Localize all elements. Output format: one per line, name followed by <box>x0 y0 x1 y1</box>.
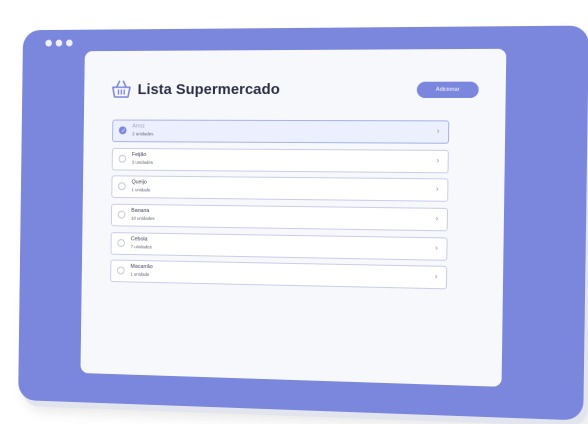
chevron-right-icon[interactable]: › <box>435 214 438 223</box>
radio-button[interactable] <box>117 210 126 219</box>
check-icon: ✓ <box>121 127 126 135</box>
window-dot <box>55 39 63 47</box>
chevron-right-icon[interactable]: › <box>436 185 439 194</box>
radio-button[interactable] <box>117 238 126 247</box>
radio-button[interactable] <box>118 182 126 191</box>
item-quantity: 1 unidade <box>130 272 150 278</box>
tablet-frame: Lista Supermercado Adicionar ✓ Arroz 2 uni… <box>18 25 588 421</box>
item-quantity: 7 unidades <box>130 243 152 250</box>
window-dot <box>45 39 52 47</box>
list-item[interactable]: Banana 10 unidades › <box>110 203 449 232</box>
chevron-right-icon[interactable]: › <box>434 272 437 281</box>
add-button[interactable]: Adicionar <box>416 81 479 98</box>
list-item[interactable]: Feijão 3 unidades › <box>111 147 449 173</box>
shopping-list: ✓ Arroz 2 unidades › Feijão 3 unidades › Queijo… <box>110 119 450 296</box>
item-quantity: 1 unidade <box>131 187 151 193</box>
item-name: Banana <box>131 207 150 215</box>
list-item[interactable]: Cebola 7 unidades › <box>110 231 448 261</box>
window-dots <box>45 39 73 47</box>
basket-icon <box>111 78 132 100</box>
item-quantity: 3 unidades <box>131 159 154 165</box>
chevron-right-icon[interactable]: › <box>435 243 438 252</box>
list-item[interactable]: Queijo 1 unidade › <box>111 175 449 203</box>
page-title: Lista Supermercado <box>137 81 281 99</box>
item-name: Arroz <box>132 123 145 130</box>
chevron-right-icon[interactable]: › <box>437 126 440 135</box>
window-dot <box>65 39 73 47</box>
tablet-device: Lista Supermercado Adicionar ✓ Arroz 2 uni… <box>18 25 588 421</box>
item-name: Macarrão <box>130 264 153 271</box>
checked-radio[interactable]: ✓ <box>118 126 127 135</box>
item-name: Queijo <box>131 179 147 186</box>
item-quantity: 2 unidades <box>132 131 154 137</box>
item-quantity: 10 unidades <box>131 215 155 222</box>
app-screen: Lista Supermercado Adicionar ✓ Arroz 2 uni… <box>80 48 507 387</box>
list-item[interactable]: Macarrão 1 unidade › <box>110 259 448 290</box>
item-name: Cebola <box>130 236 148 243</box>
radio-button[interactable] <box>116 266 125 275</box>
chevron-right-icon[interactable]: › <box>436 156 439 165</box>
radio-button[interactable] <box>118 154 127 163</box>
item-name: Feijão <box>131 151 147 158</box>
page-header: Lista Supermercado Adicionar <box>111 78 479 103</box>
list-item[interactable]: ✓ Arroz 2 unidades › <box>112 119 450 144</box>
